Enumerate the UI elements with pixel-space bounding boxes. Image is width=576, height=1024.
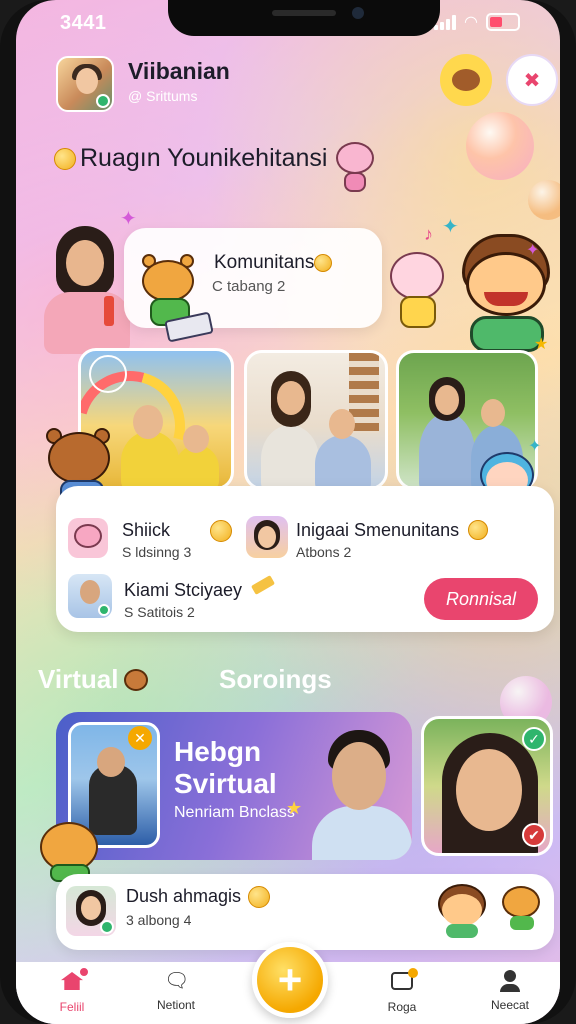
sparkle-icon: ✦ (528, 438, 542, 455)
bear-sticker (38, 818, 102, 882)
notification-badge (78, 966, 90, 978)
tab-home[interactable]: Feliil (32, 966, 112, 1014)
virtual-feature-card[interactable]: ✕ Hebgn Svirtual Nenriam Bnclass ★ (56, 712, 412, 860)
front-camera (352, 7, 364, 19)
phone-frame: 3441 ◠ Viibanian @ Srittums ✖ Ruagın You… (0, 0, 576, 1024)
check-icon: ✓ (522, 727, 546, 751)
join-button[interactable]: Ronnisal (424, 578, 538, 620)
bear-icon (452, 69, 480, 91)
bear-badge-button[interactable] (440, 54, 492, 106)
party-button[interactable]: ✖ (506, 54, 558, 106)
decor-bubble (528, 180, 560, 220)
pig-avatar (68, 518, 108, 558)
tab-chat[interactable]: 🗨 Netiont (136, 970, 216, 1012)
status-icons: ◠ (434, 12, 520, 32)
member-avatar (246, 516, 288, 558)
sparkle-icon: ✦ (526, 242, 540, 259)
member-avatar (66, 886, 116, 936)
profile-icon (498, 970, 522, 992)
sparkle-icon: ✦ (120, 208, 137, 230)
group-list-item[interactable]: Dush ahmagis 3 albong 4 (56, 874, 554, 950)
close-icon[interactable]: ✕ (128, 726, 152, 750)
online-indicator (96, 94, 110, 108)
coin-icon (54, 147, 76, 170)
coin-icon (468, 520, 488, 540)
list-item-title: Inigaai Smenunitans (296, 520, 460, 540)
coin-icon (248, 886, 270, 908)
home-icon (60, 966, 90, 994)
list-item-title: Shiick (122, 520, 171, 540)
star-icon: ★ (534, 336, 549, 353)
camera-notch (168, 0, 440, 36)
plus-icon: + (277, 956, 303, 1003)
speaker (272, 10, 336, 16)
kid-sticker (436, 884, 488, 938)
community-title: Komunitans (214, 252, 315, 273)
heart-badge-icon: ✔ (522, 823, 546, 847)
decor-bubble (466, 112, 534, 180)
battery-icon (486, 13, 520, 31)
list-item-subtitle: S ldsinng 3 (122, 544, 192, 560)
bear-icon (124, 668, 149, 691)
coin-icon (210, 520, 232, 542)
party-popper-icon: ✖ (523, 69, 541, 92)
section-title: Ruagın Younikehitansi (54, 144, 327, 173)
app-screen: 3441 ◠ Viibanian @ Srittums ✖ Ruagın You… (16, 0, 560, 1024)
wifi-icon: ◠ (464, 14, 478, 31)
member-photo-woman[interactable]: ✓ ✔ (421, 716, 553, 856)
member-list-card: Shiick S ldsinng 3 Inigaai Smenunitans A… (56, 486, 554, 632)
list-item-subtitle: Atbons 2 (296, 544, 352, 560)
tab-profile[interactable]: Neecat (470, 970, 550, 1012)
pig-sticker (332, 142, 378, 194)
coin-icon (314, 254, 332, 272)
bear-sticker (502, 886, 542, 932)
status-time: 3441 (60, 12, 107, 34)
feature-title-line1: Hebgn (174, 736, 262, 767)
app-title: Viibanian (128, 58, 230, 84)
list-item-subtitle: 3 albong 4 (126, 912, 192, 928)
sparkle-icon: ✦ (442, 216, 459, 238)
list-item-title: Kiami Stciyaey (124, 580, 243, 600)
list-item-title: Dush ahmagis (126, 886, 242, 906)
app-subtitle: @ Srittums (128, 88, 198, 104)
feature-title-line2: Svirtual (174, 768, 277, 799)
app-header: Viibanian @ Srittums ✖ (56, 54, 558, 112)
feature-caption: Nenriam Bnclass (174, 804, 295, 821)
chat-icon: 🗨 (164, 970, 190, 992)
community-subtitle: C tabang 2 (212, 278, 286, 295)
presenter-photo (302, 720, 412, 860)
photo-couple-sofa[interactable] (244, 350, 388, 490)
user-avatar[interactable] (56, 56, 114, 112)
notification-dot (408, 968, 418, 978)
member-avatar (68, 574, 112, 618)
camera-icon (390, 968, 418, 994)
add-button[interactable]: + (252, 942, 328, 1018)
music-note-icon: ♪ (424, 224, 433, 244)
star-icon: ★ (286, 798, 303, 818)
pig-kid-sticker (388, 252, 448, 330)
tab-camera[interactable]: Roga (362, 968, 442, 1014)
virtual-section-title: Virtual (38, 664, 149, 695)
pencil-icon (250, 575, 276, 595)
sessions-section-title: Soroings (219, 664, 332, 694)
list-item-subtitle: S Satitois 2 (124, 604, 195, 620)
